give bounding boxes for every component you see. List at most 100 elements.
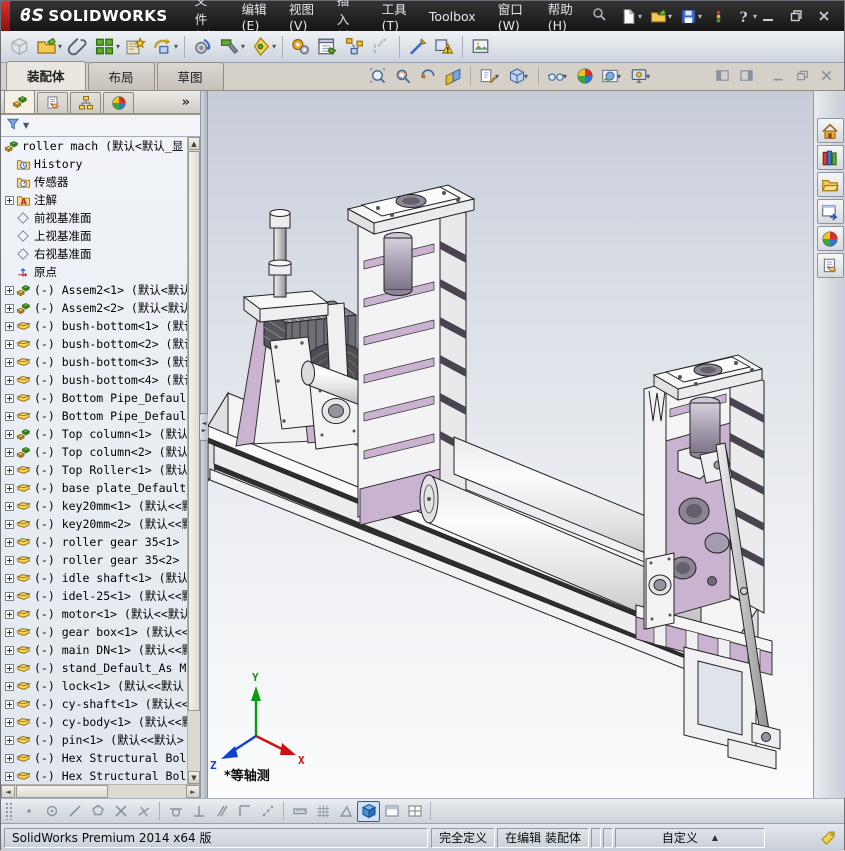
tree-row-10[interactable]: (-) bush-bottom<2> (默认 [1,335,187,353]
expand-plus-icon[interactable] [5,717,14,727]
tree-row-2[interactable]: A 注解 [1,191,187,209]
assembly-xpert-button[interactable] [431,33,458,60]
expand-plus-icon[interactable] [5,681,14,691]
scroll-down-arrow[interactable]: ▼ [188,771,200,784]
expand-plus-icon[interactable] [5,195,14,205]
expand-plus-icon[interactable] [5,735,14,745]
tree-vertical-scrollbar[interactable]: ▲ ▼ [187,137,200,784]
snap-center-button[interactable] [40,801,63,822]
status-custom-dropdown[interactable]: 自定义 ▲ [615,827,765,848]
snap-intersection-button[interactable] [109,801,132,822]
snap-length-button[interactable] [288,801,311,822]
horizontal-scroll-thumb[interactable] [16,785,108,798]
explode-line-sketch-button[interactable] [368,33,395,60]
snap-split-grid-button[interactable] [403,801,426,822]
snap-point-button[interactable] [17,801,40,822]
insert-component-button[interactable] [6,33,33,60]
snap-perpendicular-button[interactable] [187,801,210,822]
expand-plus-icon[interactable] [5,573,14,583]
display-style-button[interactable]: ▾ [506,66,532,86]
dropdown-caret-icon[interactable]: ▾ [563,72,567,81]
tree-row-17[interactable]: (-) Top Roller<1> (默认 [1,461,187,479]
expand-plus-icon[interactable] [5,519,14,529]
pane-left-button[interactable] [715,68,730,83]
expand-plus-icon[interactable] [5,447,14,457]
menu-item-5[interactable]: Toolbox [418,4,487,29]
dropdown-caret-icon[interactable]: ▾ [272,42,276,51]
edit-appearance-button[interactable] [574,66,596,86]
expand-plus-icon[interactable] [5,375,14,385]
tree-row-21[interactable]: (-) roller gear 35<1> ( [1,533,187,551]
tree-row-25[interactable]: (-) motor<1> (默认<<默认 [1,605,187,623]
toolbar-drag-handle[interactable] [5,802,13,820]
panel-tab-configurationmanager[interactable] [70,92,101,113]
window-restore-button[interactable] [788,8,804,24]
dropdown-caret-icon[interactable]: ▾ [753,12,757,21]
open-document-button[interactable] [33,33,60,60]
expand-plus-icon[interactable] [5,393,14,403]
tree-row-22[interactable]: (-) roller gear 35<2> ( [1,551,187,569]
snap-sketch-points-button[interactable] [256,801,279,822]
tree-row-33[interactable]: (-) Hex Structural Bolt [1,749,187,767]
dropdown-caret-icon[interactable]: ▾ [646,72,650,81]
tree-row-18[interactable]: (-) base plate_Default_ [1,479,187,497]
tree-row-12[interactable]: (-) bush-bottom<4> (默认 [1,371,187,389]
graphics-viewport[interactable]: Y X Z *等轴测 [208,91,813,798]
dropdown-caret-icon[interactable]: ▾ [524,72,528,81]
tree-row-32[interactable]: (-) pin<1> (默认<<默认> [1,731,187,749]
expand-plus-icon[interactable] [5,411,14,421]
tag-icon[interactable] [815,830,841,846]
dropdown-caret-icon[interactable]: ▾ [58,42,62,51]
machine-right-column[interactable] [635,354,777,770]
doc-close-button[interactable] [819,68,834,83]
expand-plus-icon[interactable] [5,483,14,493]
scroll-right-arrow[interactable]: ► [186,785,200,798]
open-document-button[interactable]: ▾ [647,6,675,27]
dropdown-caret-icon[interactable]: ▾ [638,12,642,21]
tree-row-8[interactable]: (-) Assem2<2> (默认<默认 [1,299,187,317]
doc-minimize-button[interactable] [771,68,786,83]
previous-view-button[interactable] [417,66,439,86]
dropdown-caret-icon[interactable]: ▾ [116,42,120,51]
expand-plus-icon[interactable] [5,645,14,655]
tree-row-30[interactable]: (-) cy-shaft<1> (默认<< [1,695,187,713]
save-button[interactable]: ▾ [677,6,705,27]
expand-plus-icon[interactable] [5,285,14,295]
snap-nearest-button[interactable] [132,801,155,822]
tree-row-13[interactable]: (-) Bottom Pipe_Default [1,389,187,407]
pane-right-button[interactable] [739,68,754,83]
machine-stand-cap-bolt[interactable] [242,209,330,323]
expand-plus-icon[interactable] [5,771,14,781]
tree-row-3[interactable]: 前视基准面 [1,209,187,227]
tree-row-24[interactable]: (-) idel-25<1> (默认<<默 [1,587,187,605]
expand-plus-icon[interactable] [5,555,14,565]
mate-button[interactable] [64,33,91,60]
dropdown-caret-icon[interactable]: ▾ [668,12,672,21]
custom-properties-button[interactable] [816,253,844,278]
hide-show-items-button[interactable]: ▾ [545,66,571,86]
appearances-scenes-button[interactable] [816,226,844,251]
tree-row-23[interactable]: (-) idle shaft<1> (默认 [1,569,187,587]
solidworks-resources-button[interactable] [816,118,844,143]
file-explorer-button[interactable] [816,172,844,197]
smart-fasteners-button[interactable] [122,33,149,60]
view-palette-button[interactable] [816,199,844,224]
tree-row-9[interactable]: (-) bush-bottom<1> (默认 [1,317,187,335]
tab-2[interactable]: 草图 [156,62,224,90]
tree-row-11[interactable]: (-) bush-bottom<3> (默认 [1,353,187,371]
take-snapshot-button[interactable] [467,33,494,60]
motion-study-button[interactable] [287,33,314,60]
zoom-to-fit-button[interactable] [367,66,389,86]
snap-horizontal-vertical-button[interactable] [233,801,256,822]
view-settings-button[interactable]: ▾ [628,66,654,86]
apply-scene-button[interactable]: ▾ [599,66,625,86]
filter-caret-icon[interactable]: ▼ [23,121,29,130]
tree-row-5[interactable]: 右视基准面 [1,245,187,263]
snap-parallel-button[interactable] [210,801,233,822]
dropdown-caret-icon[interactable]: ▾ [241,42,245,51]
new-document-button[interactable]: ▾ [617,6,645,27]
tree-row-34[interactable]: (-) Hex Structural Bolt [1,767,187,784]
panel-tabs-overflow[interactable]: » [182,95,196,113]
expand-plus-icon[interactable] [5,609,14,619]
expand-plus-icon[interactable] [5,303,14,313]
